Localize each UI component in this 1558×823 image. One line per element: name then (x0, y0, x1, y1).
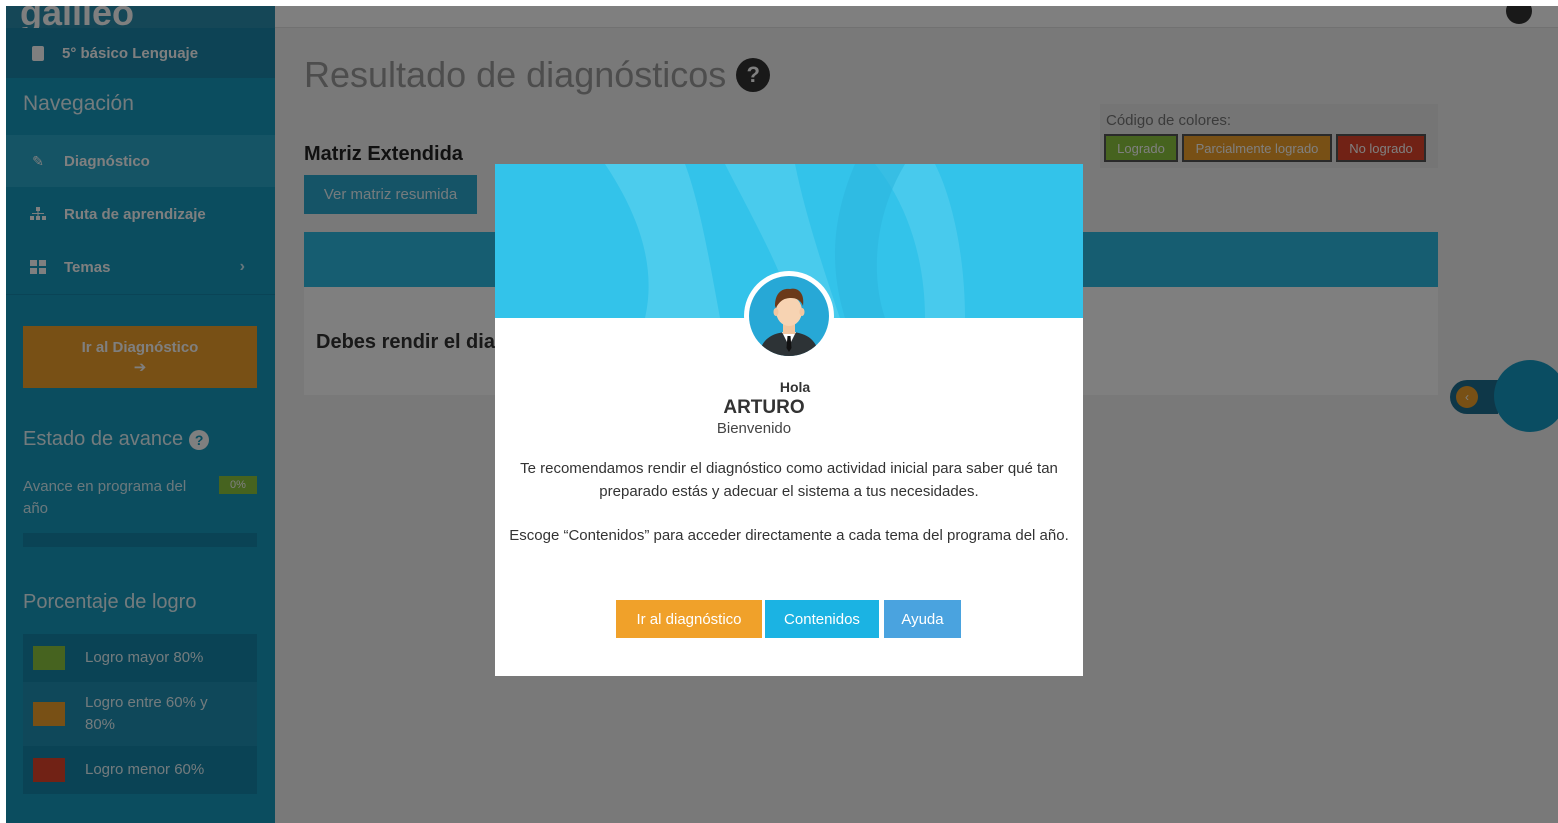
ir-al-diagnostico-button[interactable]: Ir al diagnóstico (616, 600, 762, 638)
contenidos-hint-text: Escoge “Contenidos” para acceder directa… (509, 527, 1069, 544)
page-edge (0, 0, 1558, 6)
page-edge (0, 0, 6, 823)
greeting: Hola (779, 379, 811, 395)
user-avatar-ring (744, 271, 834, 361)
contenidos-button[interactable]: Contenidos (765, 600, 879, 638)
recommendation-text: Te recomendamos rendir el diagnóstico co… (520, 460, 1058, 500)
ayuda-button[interactable]: Ayuda (884, 600, 961, 638)
welcome-text: Bienvenido (716, 420, 792, 437)
welcome-modal: Hola ARTURO Bienvenido Te recomendamos r… (495, 164, 1083, 676)
user-avatar-icon (749, 276, 829, 356)
user-name: ARTURO (723, 397, 805, 418)
